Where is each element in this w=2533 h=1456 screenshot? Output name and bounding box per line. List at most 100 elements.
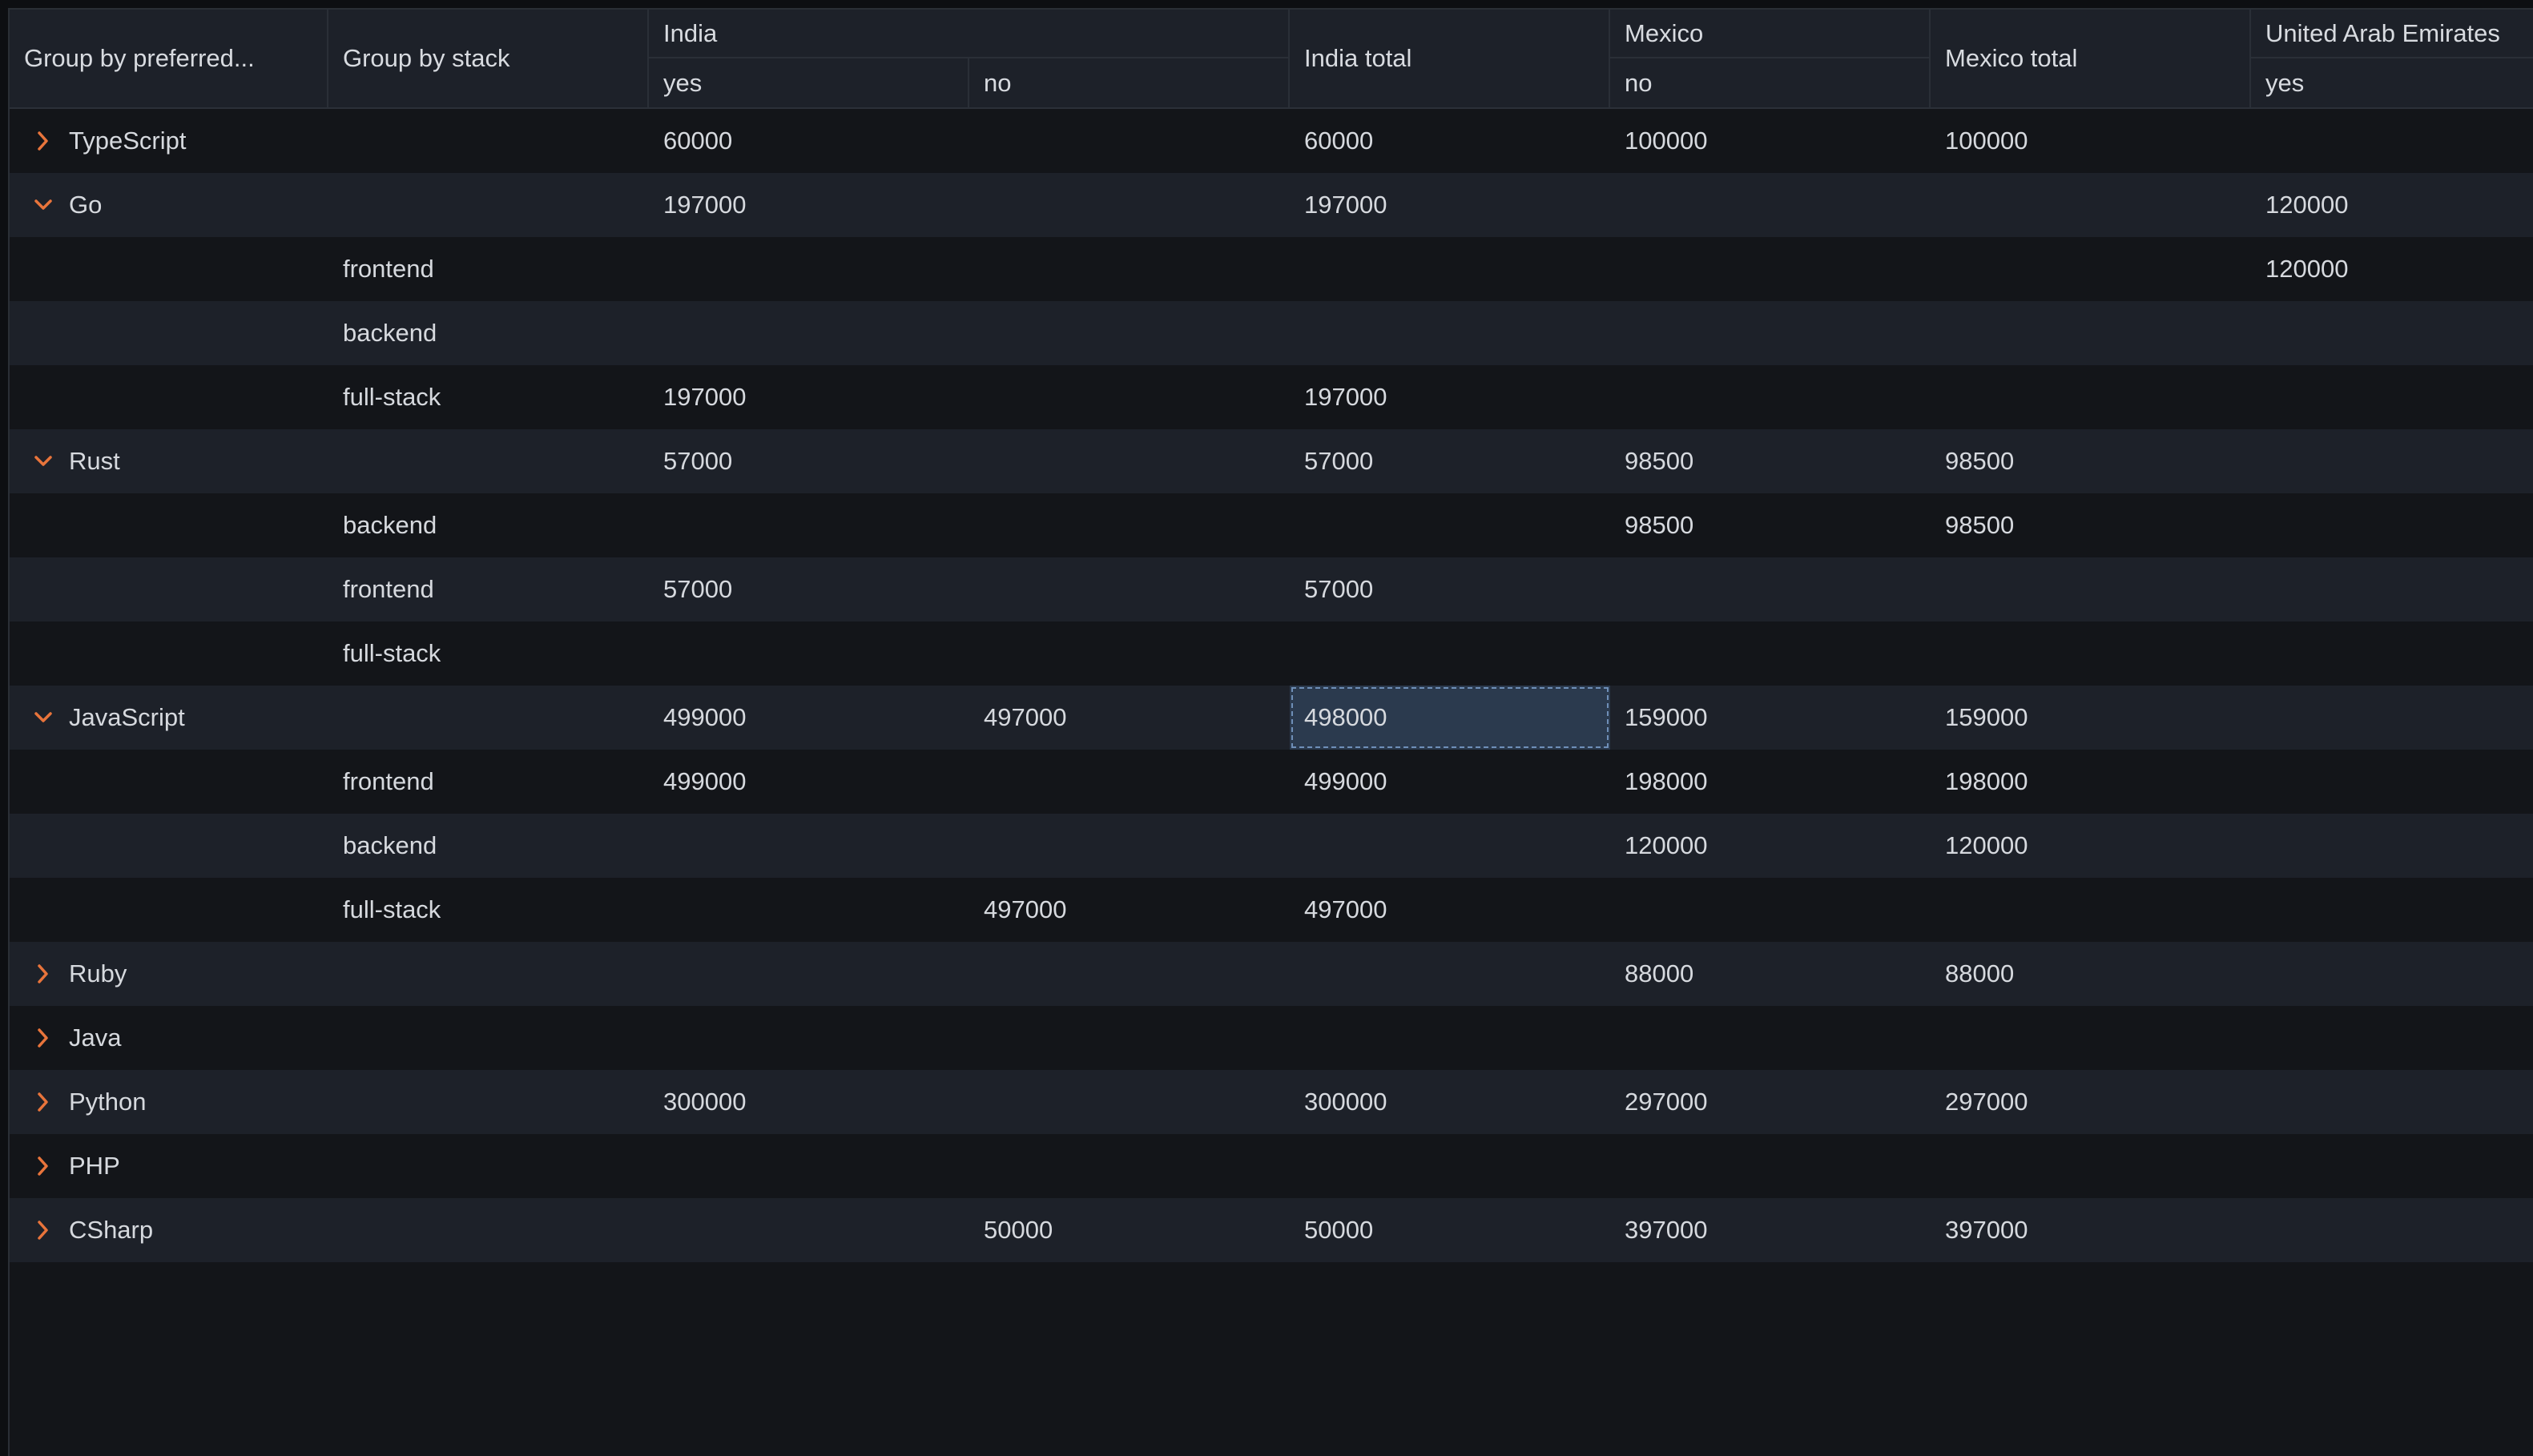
chevron-right-icon[interactable]: [32, 1219, 54, 1241]
value-cell-uae-yes[interactable]: 120000: [2251, 237, 2533, 301]
value-cell-india-yes[interactable]: 499000: [649, 686, 969, 750]
value-cell-mexico-total[interactable]: 297000: [1931, 1070, 2251, 1134]
value-cell-mexico-no[interactable]: [1610, 621, 1931, 686]
value-cell-india-yes[interactable]: [649, 1134, 969, 1198]
value-cell-india-total[interactable]: [1290, 237, 1610, 301]
group-row[interactable]: PHP: [10, 1134, 2533, 1198]
group-row[interactable]: Python 300000 300000 297000 297000: [10, 1070, 2533, 1134]
value-cell-mexico-no[interactable]: [1610, 301, 1931, 365]
stack-cell[interactable]: backend: [328, 814, 649, 878]
group-row[interactable]: Rust 57000 57000 98500 98500: [10, 429, 2533, 493]
column-header-mexico-no[interactable]: no: [1610, 58, 1931, 107]
value-cell-india-no[interactable]: [969, 1070, 1290, 1134]
column-header-india-total[interactable]: India total: [1290, 10, 1610, 107]
stack-cell[interactable]: frontend: [328, 750, 649, 814]
value-cell-mexico-no[interactable]: 88000: [1610, 942, 1931, 1006]
group-cell-python[interactable]: Python: [10, 1070, 328, 1134]
value-cell-mexico-no[interactable]: [1610, 365, 1931, 429]
value-cell-india-no[interactable]: [969, 1006, 1290, 1070]
value-cell-mexico-total[interactable]: 198000: [1931, 750, 2251, 814]
value-cell-india-no[interactable]: [969, 173, 1290, 237]
value-cell-india-yes[interactable]: 197000: [649, 365, 969, 429]
value-cell-india-total[interactable]: [1290, 1134, 1610, 1198]
value-cell-uae-yes[interactable]: [2251, 814, 2533, 878]
value-cell-india-no[interactable]: [969, 237, 1290, 301]
column-header-india-no[interactable]: no: [969, 58, 1290, 107]
value-cell-mexico-no[interactable]: [1610, 878, 1931, 942]
value-cell-india-yes[interactable]: [649, 942, 969, 1006]
value-cell-uae-yes[interactable]: [2251, 301, 2533, 365]
value-cell-india-no[interactable]: [969, 557, 1290, 621]
value-cell-mexico-total[interactable]: 120000: [1931, 814, 2251, 878]
column-group-header-uae[interactable]: United Arab Emirates: [2251, 10, 2533, 58]
value-cell-mexico-no[interactable]: [1610, 237, 1931, 301]
value-cell-uae-yes[interactable]: [2251, 942, 2533, 1006]
group-cell-ruby[interactable]: Ruby: [10, 942, 328, 1006]
column-header-group-stack[interactable]: Group by stack: [328, 10, 649, 107]
value-cell-uae-yes[interactable]: [2251, 686, 2533, 750]
value-cell-india-yes[interactable]: [649, 621, 969, 686]
group-cell-javascript[interactable]: JavaScript: [10, 686, 328, 750]
group-cell-java[interactable]: Java: [10, 1006, 328, 1070]
value-cell-india-total[interactable]: 57000: [1290, 557, 1610, 621]
value-cell-india-yes[interactable]: 300000: [649, 1070, 969, 1134]
value-cell-india-yes[interactable]: [649, 493, 969, 557]
value-cell-india-total[interactable]: [1290, 493, 1610, 557]
value-cell-uae-yes[interactable]: [2251, 1070, 2533, 1134]
value-cell-mexico-total[interactable]: [1931, 173, 2251, 237]
chevron-down-icon[interactable]: [32, 450, 54, 473]
value-cell-uae-yes[interactable]: [2251, 1006, 2533, 1070]
value-cell-india-total[interactable]: 300000: [1290, 1070, 1610, 1134]
value-cell-india-total[interactable]: 197000: [1290, 173, 1610, 237]
value-cell-india-yes[interactable]: [649, 1006, 969, 1070]
value-cell-mexico-no[interactable]: 159000: [1610, 686, 1931, 750]
value-cell-mexico-total[interactable]: 397000: [1931, 1198, 2251, 1262]
value-cell-india-no[interactable]: [969, 750, 1290, 814]
value-cell-india-no[interactable]: [969, 942, 1290, 1006]
value-cell-india-yes[interactable]: 197000: [649, 173, 969, 237]
value-cell-india-yes[interactable]: 57000: [649, 429, 969, 493]
group-cell-typescript[interactable]: TypeScript: [10, 109, 328, 173]
value-cell-india-no[interactable]: [969, 621, 1290, 686]
value-cell-india-no[interactable]: [969, 814, 1290, 878]
value-cell-india-no[interactable]: [969, 365, 1290, 429]
value-cell-india-no[interactable]: [969, 301, 1290, 365]
value-cell-india-no[interactable]: [969, 109, 1290, 173]
value-cell-uae-yes[interactable]: [2251, 1198, 2533, 1262]
group-row[interactable]: Ruby 88000 88000: [10, 942, 2533, 1006]
value-cell-india-yes[interactable]: [649, 237, 969, 301]
value-cell-mexico-total[interactable]: [1931, 1006, 2251, 1070]
value-cell-uae-yes[interactable]: [2251, 621, 2533, 686]
column-group-header-mexico[interactable]: Mexico: [1610, 10, 1931, 58]
value-cell-mexico-total[interactable]: [1931, 621, 2251, 686]
group-row[interactable]: Java: [10, 1006, 2533, 1070]
group-cell-csharp[interactable]: CSharp: [10, 1198, 328, 1262]
table-row[interactable]: backend: [10, 301, 2533, 365]
value-cell-india-no[interactable]: 50000: [969, 1198, 1290, 1262]
value-cell-india-yes[interactable]: 57000: [649, 557, 969, 621]
column-header-uae-yes[interactable]: yes: [2251, 58, 2533, 107]
column-header-india-yes[interactable]: yes: [649, 58, 969, 107]
table-row[interactable]: frontend 57000 57000: [10, 557, 2533, 621]
value-cell-mexico-total[interactable]: [1931, 1134, 2251, 1198]
value-cell-india-total[interactable]: [1290, 814, 1610, 878]
chevron-right-icon[interactable]: [32, 1091, 54, 1113]
value-cell-uae-yes[interactable]: [2251, 429, 2533, 493]
table-row[interactable]: frontend 120000: [10, 237, 2533, 301]
table-row[interactable]: backend 98500 98500: [10, 493, 2533, 557]
value-cell-india-total[interactable]: [1290, 621, 1610, 686]
chevron-right-icon[interactable]: [32, 130, 54, 152]
value-cell-india-yes[interactable]: [649, 301, 969, 365]
value-cell-mexico-total[interactable]: [1931, 365, 2251, 429]
value-cell-india-yes[interactable]: [649, 814, 969, 878]
chevron-right-icon[interactable]: [32, 1155, 54, 1177]
value-cell-mexico-total[interactable]: [1931, 878, 2251, 942]
value-cell-mexico-no[interactable]: [1610, 557, 1931, 621]
value-cell-uae-yes[interactable]: 120000: [2251, 173, 2533, 237]
stack-cell[interactable]: full-stack: [328, 878, 649, 942]
chevron-down-icon[interactable]: [32, 194, 54, 216]
stack-cell[interactable]: backend: [328, 493, 649, 557]
table-row[interactable]: backend 120000 120000: [10, 814, 2533, 878]
stack-cell[interactable]: full-stack: [328, 621, 649, 686]
value-cell-india-total[interactable]: 497000: [1290, 878, 1610, 942]
